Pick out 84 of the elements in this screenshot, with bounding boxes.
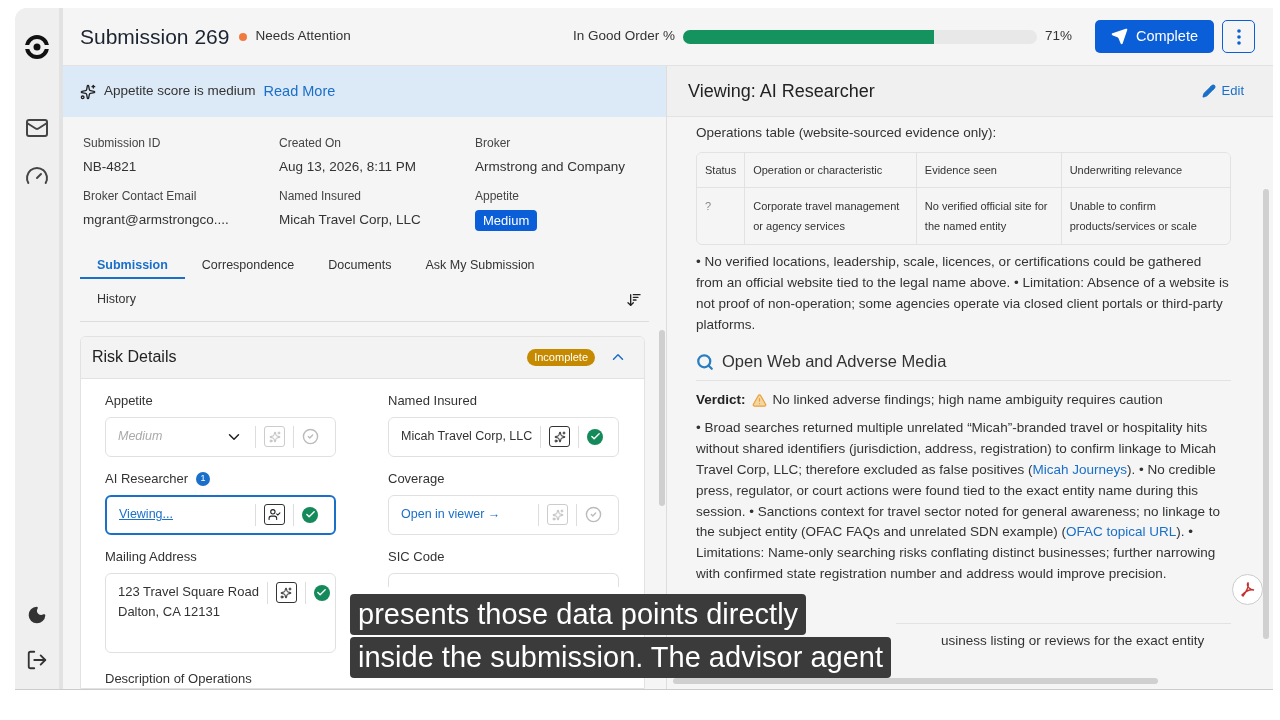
verdict-label: Verdict: (696, 391, 746, 410)
address-line: Dalton, CA 12131 (118, 602, 221, 621)
field-label: SIC Code (388, 547, 445, 566)
edit-button[interactable]: Edit (1201, 81, 1244, 101)
verdict-text: usiness listing or reviews for the exact entity (941, 631, 1205, 650)
moon-icon[interactable] (27, 605, 47, 625)
column-header: Evidence seen (915, 153, 1061, 189)
sparkle-icon[interactable] (549, 426, 571, 447)
info-value: NB-4821 (83, 158, 138, 176)
info-label: Broker (475, 135, 512, 152)
viewer-title: Viewing: AI Researcher (688, 79, 875, 103)
table-cell: Unable to confirm products/services or scale (1060, 188, 1230, 245)
mail-icon[interactable] (25, 116, 49, 140)
field[interactable]: Open in viewer → (388, 494, 619, 535)
field-label: Coverage (388, 469, 445, 488)
scrollbar[interactable] (1263, 189, 1269, 639)
appetite-badge: Medium (475, 210, 538, 232)
info-label: Created On (279, 135, 343, 152)
table-caption: Operations table (website-sourced evidence only): (696, 124, 998, 142)
info-label: Broker Contact Email (83, 188, 198, 206)
info-label: Named Insured (279, 188, 363, 206)
send-icon (1110, 28, 1128, 45)
sparkle-icon (80, 83, 96, 100)
info-value: Micah Travel Corp, LLC (279, 211, 422, 230)
link[interactable]: Micah Journeys (1032, 462, 1127, 478)
search-icon (696, 352, 714, 371)
pencil-icon (1201, 84, 1216, 98)
address-line: 123 Travel Square Road (118, 582, 259, 601)
verdict-text: No linked adverse findings; high name ambiguity requires caution (772, 391, 1163, 410)
sparkle-icon[interactable] (275, 582, 297, 603)
field-value: Open in viewer → (401, 506, 502, 524)
tab[interactable]: Correspondence (184, 253, 312, 280)
tab[interactable]: Documents (311, 253, 409, 280)
table-cell: Corporate travel management or agency services (744, 188, 916, 245)
read-more-link[interactable]: Read More (263, 80, 336, 103)
tab[interactable]: History (80, 287, 153, 314)
info-value: Armstrong and Company (475, 158, 627, 176)
more-button[interactable] (1222, 20, 1255, 53)
info-label: Appetite (475, 188, 521, 206)
column-header: Status (697, 153, 745, 189)
progress-label: In Good Order % (572, 27, 675, 46)
table-cell-text: ? (704, 199, 713, 215)
document-icon (1239, 581, 1256, 598)
tab[interactable]: Ask My Submission (408, 253, 552, 280)
column-header: Operation or characteristic (744, 153, 916, 189)
paragraph: • No verified locations, leadership, scale, licences, or certifications could be gathered from an official website tied to the legal name above. • Limitation: Absence of a website is not proof of non-operation; some agencies operate via closed client portals or third-party platforms. (696, 253, 1230, 334)
field-label: Appetite (105, 391, 153, 410)
page-title: Submission 269 (80, 23, 230, 50)
field[interactable]: Micah Travel Corp, LLC (388, 416, 619, 457)
warning-icon (751, 392, 767, 408)
scrollbar[interactable] (659, 330, 665, 506)
info-value: mgrant@armstrongco.... (83, 211, 230, 230)
more-icon (1236, 28, 1241, 45)
logout-icon[interactable] (26, 649, 48, 671)
card-title: Risk Details (92, 347, 177, 368)
table-cell: No verified official site for the named entity (915, 188, 1061, 245)
count-badge: 1 (196, 471, 211, 486)
logo-icon[interactable] (24, 34, 50, 60)
sort-icon[interactable] (626, 292, 642, 309)
field-value: Viewing... (119, 506, 174, 524)
field[interactable]: 123 Travel Square Road Dalton, CA 12131 (105, 572, 336, 653)
field-label: Named Insured (388, 391, 477, 410)
tab[interactable]: Submission (80, 253, 185, 280)
field-label: Description of Operations (105, 669, 253, 688)
field-label: AI Researcher (105, 469, 189, 488)
field-placeholder: Medium (118, 428, 164, 446)
person-check-icon[interactable] (264, 504, 285, 525)
status-badge: Incomplete (527, 348, 595, 366)
progress-reading: 71% (1044, 27, 1073, 46)
pdf-button[interactable] (1232, 574, 1263, 605)
paragraph: • Broad searches returned multiple unrelated “Micah”-branded travel or hospitality hits without shared identifiers (jurisdiction, address, registration) to confirm linkage to Micah Travel Corp, LLC; therefore excluded as false positives (Micah Journeys). • No credible press, regulator, or court actions were found tied to the exact entity name during this session. • Sanctions context for travel sector noted for general awareness; no linkage to the subject entity (OFAC FAQs and unrelated SDN example) (OFAC topical URL). • Limitations: Name-only searching risks conflating distinct businesses; further narrowing with confirmed state registration number and address would improve precision. (696, 419, 1221, 583)
info-value: Aug 13, 2026, 8:11 PM (279, 158, 418, 176)
scrollbar[interactable] (673, 678, 1158, 684)
column-header: Underwriting relevance (1060, 153, 1230, 189)
section-title: Open Web and Adverse Media (722, 351, 947, 373)
field[interactable] (388, 572, 619, 587)
status-label: Needs Attention (255, 27, 351, 46)
complete-button[interactable]: Complete (1094, 20, 1214, 53)
banner-text: Appetite score is medium (104, 82, 256, 101)
field-label: Mailing Address (105, 547, 197, 566)
field-value: Micah Travel Corp, LLC (401, 428, 533, 446)
field[interactable]: Viewing... (105, 494, 336, 535)
info-label: Submission ID (83, 135, 162, 152)
link[interactable]: OFAC topical URL (1065, 524, 1177, 540)
